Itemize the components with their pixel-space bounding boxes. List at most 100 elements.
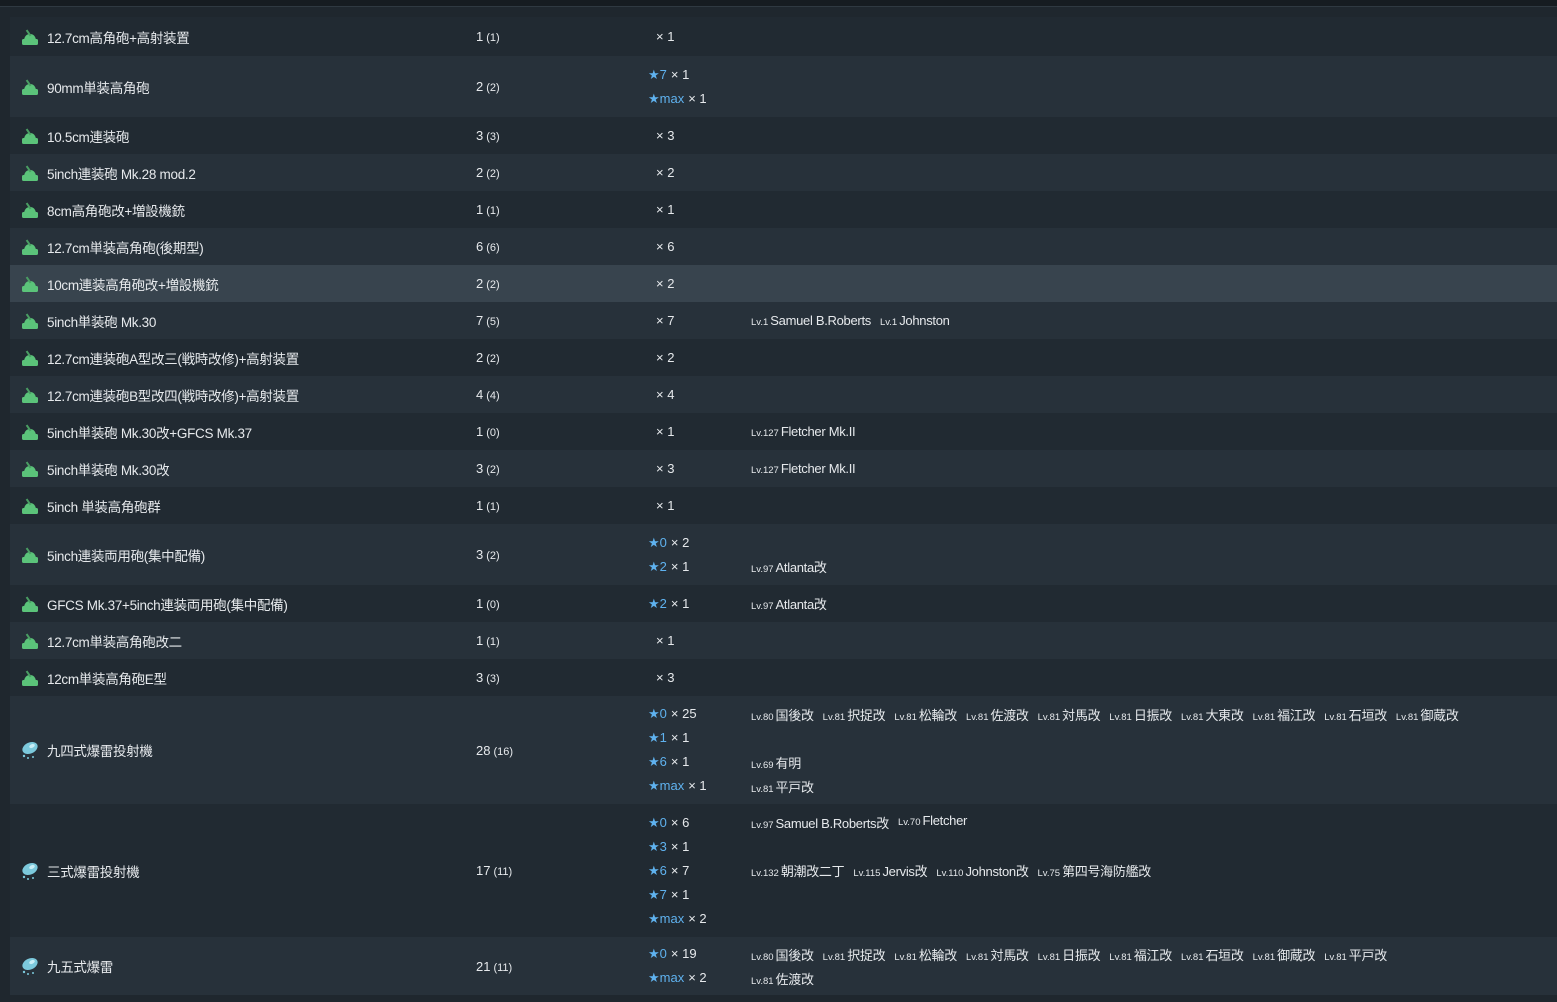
equipment-name: 12.7cm高角砲+高射装置 — [47, 30, 190, 46]
improvement-line: × 4 — [648, 383, 1557, 407]
ship-entry[interactable]: Lv.81 日振改 — [1109, 705, 1172, 724]
ship-entry[interactable]: Lv.81 択捉改 — [823, 945, 886, 964]
improvement-line: ★6 × 1 Lv.69 有明 — [648, 750, 1557, 774]
table-row[interactable]: GFCS Mk.37+5inch連装両用砲(集中配備) 1 (0) ★2 × 1 Lv.9… — [10, 585, 1557, 622]
table-row[interactable]: 5inch単装砲 Mk.30 7 (5) × 7 Lv.1 Samuel B.Robert… — [10, 302, 1557, 339]
count-free: (0) — [486, 427, 500, 439]
equipment-name-cell: 10.5cm連装砲 — [10, 126, 476, 146]
ship-entry[interactable]: Lv.81 御蔵改 — [1396, 705, 1459, 724]
equipment-name-cell: 12.7cm単装高角砲(後期型) — [10, 237, 476, 257]
table-row[interactable]: 12.7cm単装高角砲(後期型) 6 (6) × 6 — [10, 228, 1557, 265]
ship-level: Lv.127 — [751, 428, 779, 439]
count-total: 6 — [476, 239, 484, 254]
ship-entry[interactable]: Lv.81 対馬改 — [966, 945, 1029, 964]
ship-level: Lv.127 — [751, 465, 779, 476]
ship-entry[interactable]: Lv.80 国後改 — [751, 705, 814, 724]
improvement-level: × 6 — [648, 239, 751, 254]
table-row[interactable]: 三式爆雷投射機 17 (11) ★0 × 6 Lv.97 Samuel B.Roberts改… — [10, 804, 1557, 937]
equipment-name-cell: 5inch単装砲 Mk.30 — [10, 311, 476, 331]
ship-entry[interactable]: Lv.81 択捉改 — [823, 705, 886, 724]
improvement-groups: × 2 — [648, 161, 1557, 185]
improvement-line: ★0 × 19 Lv.80 国後改 Lv.81 択捉改 Lv.81 松輪改 Lv.81 対馬改 Lv… — [648, 942, 1557, 966]
ship-level: Lv.81 — [1324, 711, 1347, 723]
table-row[interactable]: 12cm単装高角砲E型 3 (3) × 3 — [10, 659, 1557, 696]
improvement-groups: ★7 × 1 ★max × 1 — [648, 63, 1557, 111]
aa-gun-icon — [20, 27, 40, 47]
ship-entry[interactable]: Lv.127 Fletcher Mk.II — [751, 461, 856, 476]
count-total: 3 — [476, 461, 484, 476]
quantity: × 1 — [670, 754, 690, 769]
star-level: ★6 — [648, 862, 667, 878]
ship-entry[interactable]: Lv.75 第四号海防艦改 — [1038, 861, 1152, 880]
table-row[interactable]: 12.7cm単装高角砲改二 1 (1) × 1 — [10, 622, 1557, 659]
improvement-line: ★2 × 1 Lv.97 Atlanta改 — [648, 555, 1557, 579]
table-row[interactable]: 5inch 単装高角砲群 1 (1) × 1 — [10, 487, 1557, 524]
ship-entry[interactable]: Lv.81 松輪改 — [894, 705, 957, 724]
ship-list: Lv.81 平戸改 — [751, 777, 823, 796]
improvement-groups: ★0 × 6 Lv.97 Samuel B.Roberts改 Lv.70 Fletcher… — [648, 811, 1557, 931]
table-row[interactable]: 5inch連装砲 Mk.28 mod.2 2 (2) × 2 — [10, 154, 1557, 191]
equipment-name: 5inch連装両用砲(集中配備) — [47, 548, 205, 564]
aa-gun-icon — [20, 77, 40, 97]
ship-level: Lv.97 — [751, 820, 774, 831]
ship-entry[interactable]: Lv.81 福江改 — [1253, 705, 1316, 724]
quantity: × 1 — [670, 886, 690, 902]
table-row[interactable]: 90mm単装高角砲 2 (2) ★7 × 1 ★max × 1 — [10, 56, 1557, 117]
ship-entry[interactable]: Lv.81 日振改 — [1038, 945, 1101, 964]
table-row[interactable]: 8cm高角砲改+増設機銃 1 (1) × 1 — [10, 191, 1557, 228]
ship-entry[interactable]: Lv.69 有明 — [751, 753, 801, 772]
ship-level: Lv.110 — [936, 868, 964, 879]
ship-entry[interactable]: Lv.81 福江改 — [1109, 945, 1172, 964]
table-row[interactable]: 12.7cm連装砲B型改四(戦時改修)+高射装置 4 (4) × 4 — [10, 376, 1557, 413]
ship-entry[interactable]: Lv.132 朝潮改二丁 — [751, 861, 845, 880]
table-row[interactable]: 12.7cm連装砲A型改三(戦時改修)+高射装置 2 (2) × 2 — [10, 339, 1557, 376]
ship-entry[interactable]: Lv.97 Atlanta改 — [751, 594, 827, 613]
ship-entry[interactable]: Lv.81 平戸改 — [1324, 945, 1387, 964]
table-row[interactable]: 5inch単装砲 Mk.30改 3 (2) × 3 Lv.127 Fletcher Mk.… — [10, 450, 1557, 487]
star-level: ★1 — [648, 730, 667, 745]
ship-entry[interactable]: Lv.81 対馬改 — [1038, 705, 1101, 724]
aa-gun-icon — [20, 274, 40, 294]
improvement-line: ★3 × 1 — [648, 835, 1557, 859]
ship-entry[interactable]: Lv.81 御蔵改 — [1253, 945, 1316, 964]
table-row[interactable]: 5inch単装砲 Mk.30改+GFCS Mk.37 1 (0) × 1 Lv.127 F… — [10, 413, 1557, 450]
ship-entry[interactable]: Lv.115 Jervis改 — [853, 861, 927, 880]
ship-entry[interactable]: Lv.97 Samuel B.Roberts改 — [751, 813, 889, 832]
ship-entry[interactable]: Lv.1 Johnston — [880, 313, 950, 328]
equipment-count: 1 (1) — [476, 29, 648, 44]
table-row[interactable]: 10.5cm連装砲 3 (3) × 3 — [10, 117, 1557, 154]
count-free: (5) — [486, 316, 500, 328]
ship-entry[interactable]: Lv.70 Fletcher — [898, 813, 967, 832]
table-row[interactable]: 九五式爆雷 21 (11) ★0 × 19 Lv.80 国後改 Lv.81 択捉改 Lv.81 松輪… — [10, 937, 1557, 995]
ship-level: Lv.81 — [822, 711, 846, 723]
ship-entry[interactable]: Lv.110 Johnston改 — [936, 861, 1028, 880]
ship-list: Lv.69 有明 — [751, 753, 810, 772]
ship-entry[interactable]: Lv.81 大東改 — [1181, 705, 1244, 724]
ship-entry[interactable]: Lv.127 Fletcher Mk.II — [751, 424, 856, 439]
equipment-name: 12.7cm単装高角砲改二 — [47, 634, 182, 650]
count-free: (2) — [486, 168, 500, 180]
ship-entry[interactable]: Lv.97 Atlanta改 — [751, 557, 827, 576]
ship-entry[interactable]: Lv.80 国後改 — [751, 945, 814, 964]
equipment-count: 3 (2) — [476, 461, 648, 476]
table-row[interactable]: 5inch連装両用砲(集中配備) 3 (2) ★0 × 2 ★2 × 1 Lv.97 Atlan… — [10, 524, 1557, 585]
improvement-line: ★max × 1 Lv.81 平戸改 — [648, 774, 1557, 798]
table-row[interactable]: 九四式爆雷投射機 28 (16) ★0 × 25 Lv.80 国後改 Lv.81 択捉改 Lv.8… — [10, 696, 1557, 804]
ship-entry[interactable]: Lv.81 石垣改 — [1181, 945, 1244, 964]
table-row[interactable]: 10cm連装高角砲改+増設機銃 2 (2) × 2 — [10, 265, 1557, 302]
ship-level: Lv.80 — [751, 711, 774, 723]
equipment-count: 7 (5) — [476, 313, 648, 328]
ship-name: 有明 — [775, 755, 802, 771]
ship-level: Lv.81 — [965, 951, 989, 963]
ship-entry[interactable]: Lv.81 佐渡改 — [751, 969, 814, 988]
ship-entry[interactable]: Lv.81 平戸改 — [751, 777, 814, 796]
ship-level: Lv.81 — [1324, 951, 1347, 963]
ship-entry[interactable]: Lv.81 石垣改 — [1324, 705, 1387, 724]
equipment-name: 5inch連装砲 Mk.28 mod.2 — [47, 166, 196, 182]
equipment-name: 12cm単装高角砲E型 — [47, 671, 167, 687]
table-row[interactable]: 12.7cm高角砲+高射装置 1 (1) × 1 — [10, 17, 1557, 56]
ship-entry[interactable]: Lv.1 Samuel B.Roberts — [751, 313, 871, 328]
improvement-level: ★0 × 6 — [648, 815, 751, 831]
ship-entry[interactable]: Lv.81 佐渡改 — [966, 705, 1029, 724]
ship-entry[interactable]: Lv.81 松輪改 — [894, 945, 957, 964]
